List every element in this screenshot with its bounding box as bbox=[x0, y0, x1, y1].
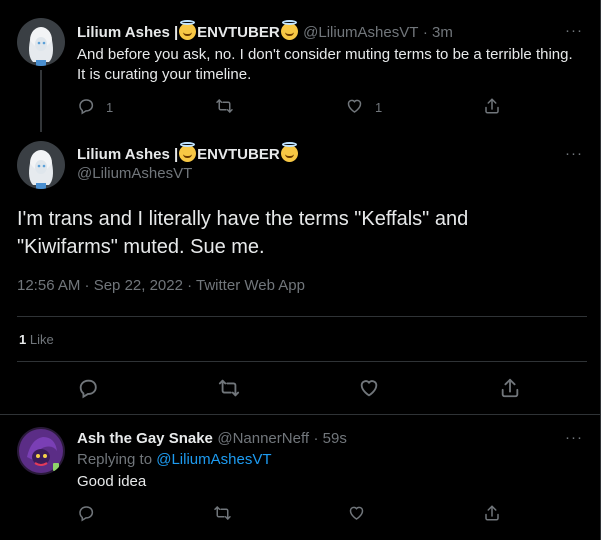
divider bbox=[0, 414, 601, 415]
author-handle[interactable]: @LiliumAshesVT bbox=[303, 24, 418, 41]
tweet-time[interactable]: · 59s bbox=[313, 430, 346, 447]
likes-summary[interactable]: 1 Like bbox=[19, 332, 54, 347]
text-line: And before you ask, no. I don't consider… bbox=[77, 46, 573, 63]
author-name[interactable]: Lilium Ashes | bbox=[77, 24, 178, 41]
more-icon[interactable]: ··· bbox=[565, 22, 583, 39]
text-line: It is curating your timeline. bbox=[77, 66, 252, 83]
heart-icon[interactable] bbox=[345, 97, 364, 115]
share-icon[interactable] bbox=[499, 377, 521, 399]
smiling-face-with-halo-icon bbox=[280, 142, 298, 162]
share-icon[interactable] bbox=[483, 504, 501, 522]
author-name[interactable]: Lilium Ashes | bbox=[77, 146, 178, 163]
avatar-lilium-main[interactable] bbox=[17, 141, 65, 189]
avatar-lilium-parent[interactable] bbox=[17, 18, 65, 66]
thread-line bbox=[40, 70, 42, 132]
text-line: "Kiwifarms" muted. Sue me. bbox=[17, 236, 265, 258]
author-handle[interactable]: @LiliumAshesVT bbox=[77, 165, 192, 182]
retweet-icon[interactable] bbox=[218, 377, 240, 399]
reply-icon[interactable] bbox=[77, 97, 95, 115]
more-icon[interactable]: ··· bbox=[565, 145, 583, 162]
likes-label: Like bbox=[29, 332, 54, 347]
parent-tweet-text: And before you ask, no. I don't consider… bbox=[77, 45, 587, 85]
author-name-suffix[interactable]: ENVTUBER bbox=[197, 24, 280, 41]
like-count: 1 bbox=[375, 100, 383, 115]
smiling-face-with-halo-icon bbox=[179, 20, 197, 40]
parent-tweet-header: Lilium Ashes | ENVTUBER @LiliumAshesVT · … bbox=[77, 20, 453, 41]
heart-icon[interactable] bbox=[358, 377, 380, 399]
divider bbox=[17, 361, 587, 362]
author-name-suffix[interactable]: ENVTUBER bbox=[197, 146, 280, 163]
retweet-icon[interactable] bbox=[213, 504, 232, 522]
author-handle[interactable]: @NannerNeff bbox=[217, 430, 309, 447]
replying-to-handle[interactable]: @LiliumAshesVT bbox=[156, 451, 271, 468]
smiling-face-with-halo-icon bbox=[280, 20, 298, 40]
text-line: I'm trans and I literally have the terms… bbox=[17, 208, 469, 230]
avatar-ash[interactable] bbox=[17, 427, 65, 475]
retweet-icon[interactable] bbox=[215, 97, 234, 115]
reply-tweet-header: Ash the Gay Snake @NannerNeff · 59s bbox=[77, 430, 347, 448]
tweet-thread: Lilium Ashes | ENVTUBER @LiliumAshesVT · … bbox=[0, 0, 601, 540]
heart-icon[interactable] bbox=[347, 504, 366, 522]
reply-count: 1 bbox=[106, 100, 114, 115]
likes-number: 1 bbox=[19, 332, 27, 347]
more-icon[interactable]: ··· bbox=[565, 429, 583, 446]
smiling-face-with-halo-icon bbox=[179, 142, 197, 162]
author-name[interactable]: Ash the Gay Snake bbox=[77, 430, 213, 447]
main-tweet-header: Lilium Ashes | ENVTUBER bbox=[77, 142, 299, 164]
divider bbox=[17, 316, 587, 317]
reply-tweet-text: Good idea bbox=[77, 473, 147, 490]
tweet-time[interactable]: · 3m bbox=[423, 24, 453, 41]
share-icon[interactable] bbox=[483, 97, 501, 115]
main-tweet-text: I'm trans and I literally have the terms… bbox=[17, 205, 587, 261]
reply-icon[interactable] bbox=[77, 377, 99, 399]
replying-to: Replying to @LiliumAshesVT bbox=[77, 451, 271, 468]
replying-to-label: Replying to bbox=[77, 451, 153, 468]
reply-icon[interactable] bbox=[77, 504, 95, 522]
tweet-timestamp[interactable]: 12:56 AM · Sep 22, 2022 · Twitter Web Ap… bbox=[17, 277, 305, 294]
